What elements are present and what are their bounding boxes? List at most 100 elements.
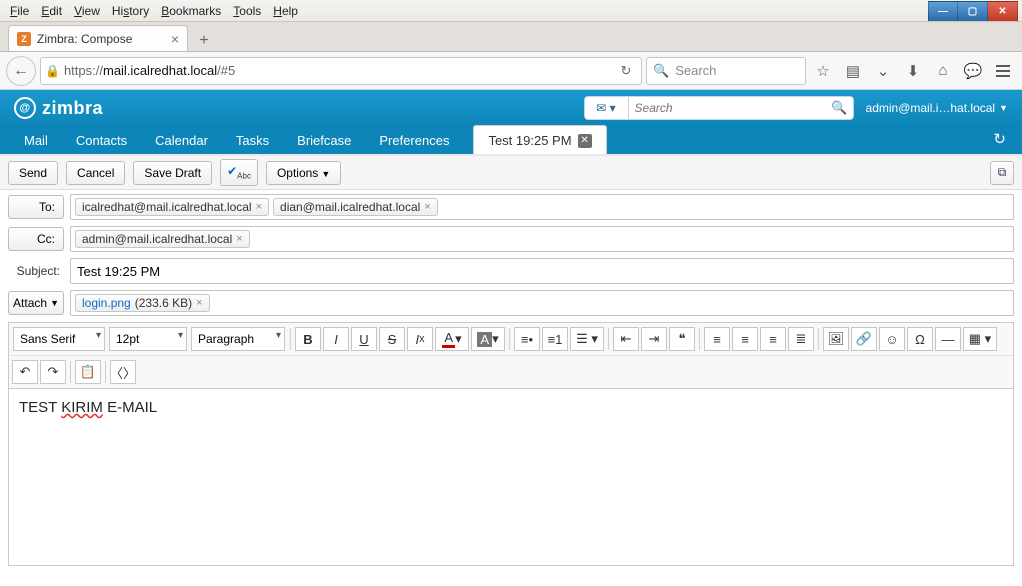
browser-tab-close-icon[interactable]: × bbox=[171, 31, 179, 47]
url-text: https://mail.icalredhat.local/#5 bbox=[64, 63, 611, 78]
zimbra-search-bar[interactable]: ✉ ▾ 🔍 bbox=[584, 96, 854, 120]
menu-bookmarks[interactable]: Bookmarks bbox=[155, 2, 227, 20]
options-button[interactable]: Options▼ bbox=[266, 161, 341, 185]
subject-input[interactable] bbox=[70, 258, 1014, 284]
new-tab-button[interactable]: + bbox=[192, 31, 216, 51]
spellcheck-button[interactable]: ✔Abc bbox=[220, 159, 258, 185]
menu-history[interactable]: History bbox=[106, 2, 155, 20]
menu-tools[interactable]: Tools bbox=[227, 2, 267, 20]
cancel-button[interactable]: Cancel bbox=[66, 161, 125, 185]
chip-remove-icon[interactable]: × bbox=[256, 201, 262, 213]
to-chip[interactable]: dian@mail.icalredhat.local× bbox=[273, 198, 438, 216]
underline-button[interactable]: U bbox=[351, 327, 377, 351]
send-button[interactable]: Send bbox=[8, 161, 58, 185]
bullet-list-button[interactable]: ≡• bbox=[514, 327, 540, 351]
nav-back-button[interactable]: ← bbox=[6, 56, 36, 86]
align-left-button[interactable]: ≡ bbox=[704, 327, 730, 351]
browser-tab[interactable]: Z Zimbra: Compose × bbox=[8, 25, 188, 51]
cc-field[interactable]: admin@mail.icalredhat.local× bbox=[70, 226, 1014, 252]
italic-button[interactable]: I bbox=[323, 327, 349, 351]
redo-button[interactable]: ↷ bbox=[40, 360, 66, 384]
font-size-select[interactable]: 12pt bbox=[109, 327, 187, 351]
menu-view[interactable]: View bbox=[68, 2, 106, 20]
zimbra-search-input[interactable] bbox=[629, 101, 827, 115]
undo-button[interactable]: ↶ bbox=[12, 360, 38, 384]
window-minimize-button[interactable]: — bbox=[928, 1, 958, 21]
strikethrough-button[interactable]: S bbox=[379, 327, 405, 351]
clear-formatting-button[interactable]: Ix bbox=[407, 327, 433, 351]
search-scope-dropdown[interactable]: ✉ ▾ bbox=[585, 97, 629, 119]
tab-mail[interactable]: Mail bbox=[10, 126, 62, 154]
bold-button[interactable]: B bbox=[295, 327, 321, 351]
insert-table-button[interactable]: ▦ ▾ bbox=[963, 327, 997, 351]
to-chip[interactable]: icalredhat@mail.icalredhat.local× bbox=[75, 198, 269, 216]
outdent-button[interactable]: ⇤ bbox=[613, 327, 639, 351]
text-color-button[interactable]: A ▾ bbox=[435, 327, 469, 351]
reader-icon[interactable]: ▤ bbox=[840, 58, 866, 84]
attachment-chip[interactable]: login.png (233.6 KB) × bbox=[75, 294, 210, 312]
to-button[interactable]: To: bbox=[8, 195, 64, 219]
search-icon: 🔍 bbox=[653, 63, 669, 79]
chip-remove-icon[interactable]: × bbox=[236, 233, 242, 245]
align-center-button[interactable]: ≡ bbox=[732, 327, 758, 351]
indent-button[interactable]: ⇥ bbox=[641, 327, 667, 351]
tab-compose-close-icon[interactable]: ✕ bbox=[578, 134, 592, 148]
insert-emoji-button[interactable]: ☺ bbox=[879, 327, 905, 351]
attachment-name[interactable]: login.png bbox=[82, 296, 131, 310]
insert-image-button[interactable]: 🖼 bbox=[823, 327, 849, 351]
tab-tasks[interactable]: Tasks bbox=[222, 126, 283, 154]
paste-button[interactable]: 📋 bbox=[75, 360, 101, 384]
align-right-button[interactable]: ≡ bbox=[760, 327, 786, 351]
window-maximize-button[interactable]: ▢ bbox=[958, 1, 988, 21]
zimbra-search-icon[interactable]: 🔍 bbox=[827, 100, 853, 116]
tab-contacts[interactable]: Contacts bbox=[62, 126, 141, 154]
downloads-icon[interactable]: ⬇ bbox=[900, 58, 926, 84]
bookmark-star-icon[interactable]: ☆ bbox=[810, 58, 836, 84]
user-menu[interactable]: admin@mail.i…hat.local ▼ bbox=[866, 101, 1008, 115]
lock-icon: 🔒 bbox=[45, 64, 60, 78]
highlight-color-button[interactable]: A ▾ bbox=[471, 327, 505, 351]
insert-link-button[interactable]: 🔗 bbox=[851, 327, 877, 351]
window-close-button[interactable]: ✕ bbox=[988, 1, 1018, 21]
menu-edit[interactable]: Edit bbox=[35, 2, 68, 20]
browser-search-box[interactable]: 🔍 Search bbox=[646, 57, 806, 85]
source-code-button[interactable]: 〈〉 bbox=[110, 360, 136, 384]
chip-remove-icon[interactable]: × bbox=[424, 201, 430, 213]
detach-window-icon[interactable]: ⧉ bbox=[990, 161, 1014, 185]
menu-help[interactable]: Help bbox=[267, 2, 304, 20]
tab-compose-document[interactable]: Test 19:25 PM ✕ bbox=[473, 125, 606, 154]
paragraph-style-select[interactable]: Paragraph bbox=[191, 327, 285, 351]
chevron-down-icon: ▼ bbox=[999, 103, 1008, 113]
refresh-icon[interactable]: ↻ bbox=[987, 124, 1012, 154]
number-list-button[interactable]: ≡1 bbox=[542, 327, 568, 351]
url-bar[interactable]: 🔒 https://mail.icalredhat.local/#5 ↻ bbox=[40, 57, 642, 85]
insert-symbol-button[interactable]: Ω bbox=[907, 327, 933, 351]
editor-body[interactable]: TEST KIRIM E-MAIL bbox=[8, 388, 1014, 566]
home-icon[interactable]: ⌂ bbox=[930, 58, 956, 84]
cc-chip[interactable]: admin@mail.icalredhat.local× bbox=[75, 230, 250, 248]
horizontal-rule-button[interactable]: — bbox=[935, 327, 961, 351]
tab-calendar[interactable]: Calendar bbox=[141, 126, 222, 154]
cc-button[interactable]: Cc: bbox=[8, 227, 64, 251]
to-field[interactable]: icalredhat@mail.icalredhat.local× dian@m… bbox=[70, 194, 1014, 220]
hamburger-menu-button[interactable] bbox=[990, 58, 1016, 84]
tab-preferences[interactable]: Preferences bbox=[365, 126, 463, 154]
attach-button[interactable]: Attach ▼ bbox=[8, 291, 64, 315]
editor-toolbar: Sans Serif 12pt Paragraph B I U S Ix A ▾… bbox=[8, 322, 1014, 355]
line-height-button[interactable]: ☰ ▾ bbox=[570, 327, 604, 351]
save-draft-button[interactable]: Save Draft bbox=[133, 161, 212, 185]
window-controls: — ▢ ✕ bbox=[928, 1, 1018, 21]
attachment-field[interactable]: login.png (233.6 KB) × bbox=[70, 290, 1014, 316]
tab-briefcase[interactable]: Briefcase bbox=[283, 126, 365, 154]
font-family-select[interactable]: Sans Serif bbox=[13, 327, 105, 351]
pocket-icon[interactable]: ⌄ bbox=[870, 58, 896, 84]
zimbra-logo-icon: @ bbox=[14, 97, 36, 119]
blockquote-button[interactable]: ❝ bbox=[669, 327, 695, 351]
chip-remove-icon[interactable]: × bbox=[196, 297, 202, 309]
subject-label: Subject: bbox=[8, 264, 64, 278]
compose-toolbar: Send Cancel Save Draft ✔Abc Options▼ ⧉ bbox=[0, 156, 1022, 190]
align-justify-button[interactable]: ≣ bbox=[788, 327, 814, 351]
chat-icon[interactable]: 💬 bbox=[960, 58, 986, 84]
reload-icon[interactable]: ↻ bbox=[615, 63, 637, 79]
menu-file[interactable]: File bbox=[4, 2, 35, 20]
